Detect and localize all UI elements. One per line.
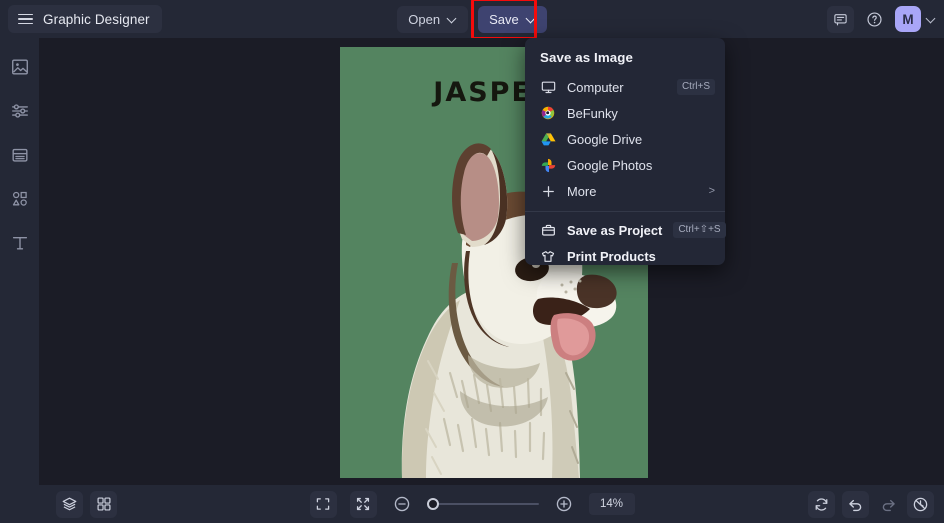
menu-item-label: Computer <box>567 80 624 95</box>
google-photos-icon <box>540 157 556 173</box>
text-icon <box>10 233 30 253</box>
monitor-icon <box>540 79 556 95</box>
menu-item-label: Print Products <box>567 249 656 264</box>
zoom-controls: 14% <box>0 491 944 518</box>
chevron-down-icon <box>448 14 457 23</box>
chevron-down-icon <box>927 14 936 23</box>
plus-icon <box>540 183 556 199</box>
sidebar-item-text[interactable] <box>7 230 33 256</box>
menu-item-shortcut: Ctrl+S <box>677 79 715 95</box>
redo-arrow-icon <box>880 496 897 513</box>
minus-circle-icon <box>393 495 411 513</box>
menu-item-label: Save as Project <box>567 223 662 238</box>
layers-panel-icon <box>10 145 30 165</box>
avatar[interactable]: M <box>895 6 921 32</box>
save-button[interactable]: Save <box>478 6 547 33</box>
menu-divider <box>525 211 725 212</box>
plus-circle-icon <box>555 495 573 513</box>
sidebar-item-edit[interactable] <box>7 98 33 124</box>
menu-item-label: BeFunky <box>567 106 618 121</box>
menu-item-befunky[interactable]: BeFunky <box>525 100 725 126</box>
undo-arrow-icon <box>847 496 864 513</box>
help-button[interactable] <box>861 6 888 33</box>
menu-item-print-products[interactable]: Print Products <box>525 243 725 269</box>
hamburger-icon <box>18 14 33 25</box>
menu-item-more[interactable]: More > <box>525 178 725 204</box>
save-dropdown-menu[interactable]: Save as Image Computer Ctrl+S <box>525 38 725 265</box>
app-menu-button[interactable]: Graphic Designer <box>8 5 162 33</box>
menu-item-label: Google Photos <box>567 158 652 173</box>
fit-to-screen-button[interactable] <box>350 491 377 518</box>
open-button[interactable]: Open <box>397 6 468 33</box>
chat-bubble-icon <box>833 12 848 27</box>
menu-item-google-photos[interactable]: Google Photos <box>525 152 725 178</box>
image-icon <box>10 57 30 77</box>
menu-item-label: More <box>567 184 596 199</box>
zoom-slider-handle[interactable] <box>427 498 439 510</box>
save-button-label: Save <box>489 12 519 27</box>
menu-item-label: Google Drive <box>567 132 642 147</box>
fullscreen-button[interactable] <box>310 491 337 518</box>
menu-item-computer[interactable]: Computer Ctrl+S <box>525 74 725 100</box>
zoom-in-button[interactable] <box>552 492 576 516</box>
tshirt-icon <box>540 248 556 264</box>
fit-to-screen-icon <box>355 496 371 512</box>
save-menu-header: Save as Image <box>525 46 725 74</box>
top-toolbar-right: M <box>827 0 936 38</box>
feedback-button[interactable] <box>827 6 854 33</box>
graphic-designer-app: Graphic Designer Open Save <box>0 0 944 523</box>
chevron-right-icon: > <box>709 185 715 197</box>
redo-button[interactable] <box>876 492 900 516</box>
open-button-label: Open <box>408 12 440 27</box>
question-mark-circle-icon <box>866 11 883 28</box>
account-menu-button[interactable] <box>927 15 936 24</box>
zoom-slider[interactable] <box>427 497 539 511</box>
google-drive-icon <box>540 131 556 147</box>
app-title: Graphic Designer <box>43 12 150 27</box>
bottom-toolbar: 14% <box>0 485 944 523</box>
save-button-wrapper: Save <box>478 6 547 33</box>
workspace[interactable]: JASPER <box>39 38 944 485</box>
menu-item-google-drive[interactable]: Google Drive <box>525 126 725 152</box>
sidebar-item-graphics[interactable] <box>7 186 33 212</box>
reset-button[interactable] <box>808 491 835 518</box>
sidebar-item-templates[interactable] <box>7 142 33 168</box>
menu-item-shortcut: Ctrl+⇧+S <box>673 222 725 238</box>
bottom-toolbar-right <box>808 491 934 518</box>
briefcase-icon <box>540 222 556 238</box>
chevron-down-icon <box>527 14 536 23</box>
zoom-level-display[interactable]: 14% <box>589 493 635 515</box>
refresh-icon <box>813 496 830 513</box>
top-toolbar: Graphic Designer Open Save <box>0 0 944 38</box>
history-clock-icon <box>912 496 929 513</box>
zoom-out-button[interactable] <box>390 492 414 516</box>
befunky-logo-icon <box>540 105 556 121</box>
fullscreen-icon <box>315 496 331 512</box>
left-sidebar <box>0 38 39 485</box>
shapes-icon <box>10 189 30 209</box>
menu-item-save-as-project[interactable]: Save as Project Ctrl+⇧+S <box>525 217 725 243</box>
adjustments-icon <box>10 101 30 121</box>
zoom-slider-track <box>427 503 539 505</box>
sidebar-item-image-manager[interactable] <box>7 54 33 80</box>
history-button[interactable] <box>907 491 934 518</box>
undo-button[interactable] <box>842 491 869 518</box>
